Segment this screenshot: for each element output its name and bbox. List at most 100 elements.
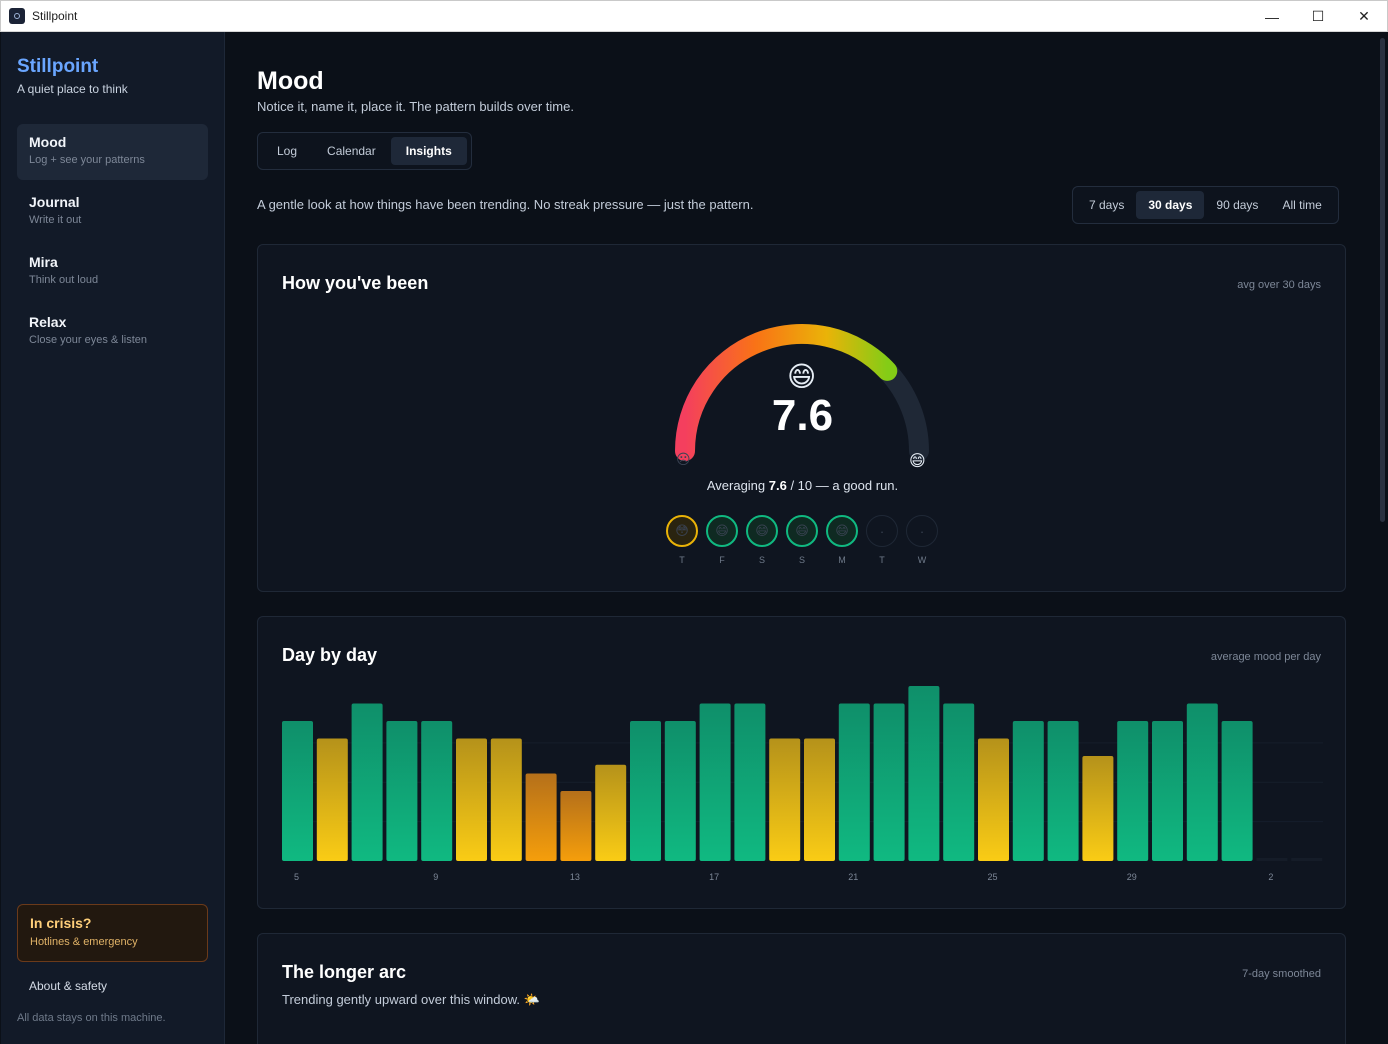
x-tick-label: 25	[987, 872, 997, 882]
how-youve-been-card: How you've been avg over 30 days 😄 7.6 ☹…	[257, 244, 1346, 592]
mood-bar[interactable]	[560, 791, 592, 861]
main-content: Mood Notice it, name it, place it. The p…	[226, 32, 1376, 1044]
sad-face-icon: ☹	[676, 451, 691, 467]
scrollbar[interactable]	[1376, 32, 1388, 1044]
day-mood-icon[interactable]: 😳	[666, 515, 698, 547]
sidebar-item-relax[interactable]: Relax Close your eyes & listen	[17, 304, 208, 360]
mood-bar[interactable]	[1012, 721, 1044, 861]
mood-bar[interactable]	[525, 773, 557, 862]
mood-bar[interactable]	[1117, 721, 1149, 861]
maximize-button[interactable]: ☐	[1295, 1, 1341, 32]
close-button[interactable]: ✕	[1341, 1, 1387, 32]
day-label: T	[879, 555, 885, 565]
mood-bar[interactable]	[1082, 756, 1114, 861]
mood-bar[interactable]	[595, 764, 627, 861]
day-label: S	[798, 555, 805, 565]
day-by-day-chart: 5 9 13 17 21 25 29 2	[282, 686, 1323, 882]
mood-bar[interactable]	[1256, 858, 1288, 861]
mood-bar[interactable]	[1152, 721, 1183, 861]
day-label: T	[679, 555, 685, 565]
mood-bar[interactable]	[804, 738, 835, 862]
mood-bar[interactable]	[769, 738, 801, 862]
mood-bar[interactable]	[943, 703, 975, 862]
mood-bar[interactable]	[351, 703, 383, 862]
app-icon	[9, 8, 25, 24]
sidebar-item-sub: Write it out	[29, 214, 82, 226]
range-selector: 7 days 30 days 90 days All time	[1072, 186, 1339, 224]
range-30-days[interactable]: 30 days	[1136, 191, 1205, 219]
average-summary: Averaging 7.6 / 10 — a good run.	[258, 478, 1347, 493]
tab-insights[interactable]: Insights	[390, 137, 467, 165]
average-prefix: Averaging	[706, 478, 769, 493]
window-title: Stillpoint	[32, 9, 78, 23]
mood-bar[interactable]	[421, 721, 453, 861]
range-90-days[interactable]: 90 days	[1204, 191, 1270, 219]
day-mood-icon[interactable]: 😄	[786, 515, 818, 547]
crisis-sub: Hotlines & emergency	[30, 936, 138, 948]
view-tabs: Log Calendar Insights	[257, 132, 472, 170]
day-mood-icon[interactable]: ·	[866, 515, 898, 547]
mood-bar[interactable]	[316, 738, 348, 862]
mood-bar[interactable]	[456, 738, 487, 862]
mood-bar[interactable]	[699, 703, 731, 862]
sidebar-item-journal[interactable]: Journal Write it out	[17, 184, 208, 240]
day-mood-icon[interactable]: ·	[906, 515, 938, 547]
tab-calendar[interactable]: Calendar	[312, 137, 391, 165]
week-day: 😳 T	[666, 515, 698, 565]
average-suffix: / 10 — a good run.	[786, 478, 899, 493]
x-tick-label: 29	[1127, 872, 1137, 882]
week-day: 😄 M	[826, 515, 858, 565]
mood-bar[interactable]	[1186, 703, 1218, 862]
mood-emoji: 😄	[787, 361, 817, 392]
privacy-note: All data stays on this machine.	[17, 1012, 166, 1024]
mood-bar[interactable]	[1047, 721, 1079, 861]
sidebar-item-label: Mira	[29, 254, 58, 270]
page-title: Mood	[257, 67, 324, 95]
minimize-button[interactable]: —	[1249, 1, 1295, 32]
sidebar-item-mood[interactable]: Mood Log + see your patterns	[17, 124, 208, 180]
brand-tagline: A quiet place to think	[17, 82, 128, 96]
tab-log[interactable]: Log	[262, 137, 312, 165]
mood-bar[interactable]	[1221, 721, 1253, 861]
range-7-days[interactable]: 7 days	[1077, 191, 1136, 219]
mood-bar[interactable]	[978, 738, 1009, 862]
average-value: 7.6	[768, 478, 787, 493]
mood-bar[interactable]	[386, 721, 418, 861]
x-tick-label: 17	[709, 872, 719, 882]
x-tick-label: 13	[570, 872, 580, 882]
mood-bar[interactable]	[664, 721, 696, 861]
sidebar-item-label: Relax	[29, 314, 67, 330]
longer-arc-card: The longer arc 7-day smoothed Trending g…	[257, 933, 1346, 1044]
x-tick-label: 21	[848, 872, 858, 882]
brand-name: Stillpoint	[17, 56, 99, 77]
day-by-day-card: Day by day average mood per day 5 9 13 17 21…	[257, 616, 1346, 909]
week-day: 😄 S	[786, 515, 818, 565]
card-meta: 7-day smoothed	[1242, 968, 1321, 980]
mood-bar[interactable]	[630, 721, 661, 861]
range-all-time[interactable]: All time	[1270, 191, 1333, 219]
scroll-thumb[interactable]	[1380, 38, 1385, 522]
sidebar-item-mira[interactable]: Mira Think out loud	[17, 244, 208, 300]
day-label: M	[838, 555, 846, 565]
mood-bar[interactable]	[838, 703, 870, 862]
mood-bar[interactable]	[1291, 858, 1323, 861]
sidebar-item-label: Mood	[29, 134, 67, 150]
day-mood-icon[interactable]: 😄	[706, 515, 738, 547]
mood-bar[interactable]	[734, 703, 766, 862]
x-tick-label: 2	[1268, 872, 1273, 882]
mood-bar[interactable]	[282, 721, 313, 861]
day-label: W	[917, 555, 927, 565]
mood-bar[interactable]	[908, 686, 940, 861]
crisis-title: In crisis?	[30, 915, 92, 931]
crisis-button[interactable]: In crisis? Hotlines & emergency	[17, 904, 208, 962]
page-subtitle: Notice it, name it, place it. The patter…	[257, 99, 574, 114]
week-day: · W	[906, 515, 938, 565]
mood-bar[interactable]	[873, 703, 905, 862]
mood-bar[interactable]	[490, 738, 522, 862]
x-tick-label: 9	[433, 872, 438, 882]
week-day: · T	[866, 515, 898, 565]
mood-average-value: 7.6	[771, 391, 834, 440]
about-link[interactable]: About & safety	[29, 979, 107, 993]
day-mood-icon[interactable]: 😄	[746, 515, 778, 547]
day-mood-icon[interactable]: 😄	[826, 515, 858, 547]
